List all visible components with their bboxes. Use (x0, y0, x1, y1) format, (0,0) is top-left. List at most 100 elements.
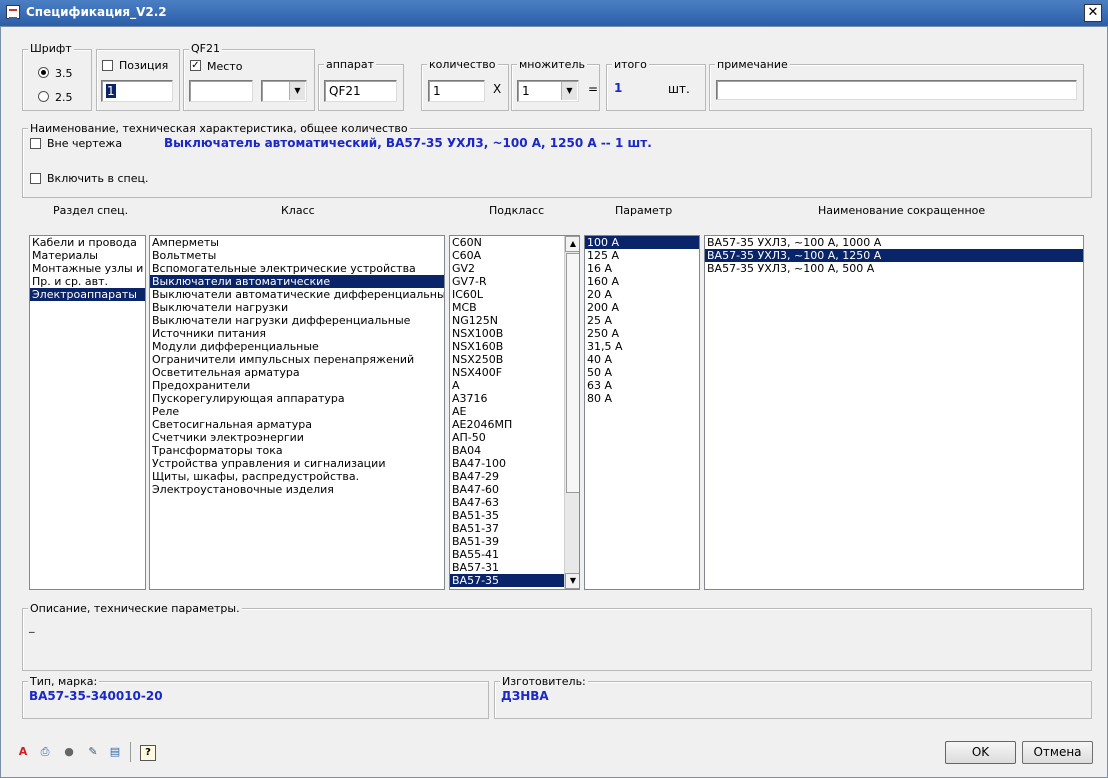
cancel-button[interactable]: Отмена (1022, 741, 1093, 764)
list-item[interactable]: Электроустановочные изделия (150, 483, 444, 496)
outside-drawing-checkbox[interactable] (30, 138, 41, 149)
list-item[interactable]: 80 A (585, 392, 699, 405)
list-item[interactable]: Реле (150, 405, 444, 418)
list-item[interactable]: 160 A (585, 275, 699, 288)
list-item[interactable]: NSX400F (450, 366, 564, 379)
list-item[interactable]: Предохранители (150, 379, 444, 392)
document-icon[interactable]: ▤ (108, 745, 122, 759)
section-list[interactable]: Кабели и провода Материалы Монтажные узлы … (29, 235, 146, 590)
list-item[interactable]: A3716 (450, 392, 564, 405)
note-input[interactable] (716, 80, 1077, 100)
place-checkbox[interactable]: ✓ (190, 60, 201, 71)
list-item[interactable]: Модули дифференциальные (150, 340, 444, 353)
font-2-5-radio[interactable] (38, 91, 49, 102)
help-icon[interactable]: ? (140, 745, 156, 761)
print-icon[interactable]: ⎙ (38, 745, 52, 759)
list-item[interactable]: Счетчики электроэнергии (150, 431, 444, 444)
list-item[interactable]: 200 A (585, 301, 699, 314)
list-item[interactable]: NSX250B (450, 353, 564, 366)
include-spec-checkbox[interactable] (30, 173, 41, 184)
list-item[interactable]: Ограничители импульсных перенапряжений (150, 353, 444, 366)
list-item[interactable]: Вольтметы (150, 249, 444, 262)
edit-document-icon[interactable]: ✎ (86, 745, 100, 759)
list-item[interactable]: Кабели и провода (30, 236, 145, 249)
chevron-down-icon[interactable]: ▼ (561, 82, 577, 100)
list-item[interactable]: BA57-35 (450, 574, 564, 587)
list-item[interactable]: Выключатели нагрузки дифференциальные (150, 314, 444, 327)
chevron-down-icon[interactable]: ▼ (289, 82, 305, 100)
list-item[interactable]: NSX160B (450, 340, 564, 353)
list-item[interactable]: BA47-60 (450, 483, 564, 496)
list-item[interactable]: 50 A (585, 366, 699, 379)
list-item[interactable]: 25 A (585, 314, 699, 327)
list-item[interactable]: Электроаппараты (30, 288, 145, 301)
lightbulb-icon[interactable]: ● (62, 745, 76, 759)
list-item[interactable]: 20 A (585, 288, 699, 301)
list-item[interactable]: 100 A (585, 236, 699, 249)
list-item[interactable]: ВА57-35 УХЛ3, ~100 А, 1000 А (705, 236, 1083, 249)
list-item[interactable]: AE (450, 405, 564, 418)
list-item[interactable]: GV2 (450, 262, 564, 275)
list-item[interactable]: 250 A (585, 327, 699, 340)
scroll-down-icon[interactable]: ▼ (565, 573, 579, 589)
short-name-list[interactable]: ВА57-35 УХЛ3, ~100 А, 1000 А ВА57-35 УХЛ3… (704, 235, 1084, 590)
list-item[interactable]: BA47-63 (450, 496, 564, 509)
scroll-up-icon[interactable]: ▲ (565, 236, 579, 252)
list-item[interactable]: BA04 (450, 444, 564, 457)
ok-button[interactable]: OK (945, 741, 1016, 764)
list-item[interactable]: Устройства управления и сигнализации (150, 457, 444, 470)
list-item[interactable]: IC60L (450, 288, 564, 301)
subclass-scrollbar[interactable]: ▲ ▼ (564, 236, 579, 589)
list-item[interactable]: Щиты, шкафы, распредустройства. (150, 470, 444, 483)
list-item[interactable]: 40 A (585, 353, 699, 366)
list-item[interactable]: BA47-100 (450, 457, 564, 470)
list-item[interactable]: NSX100B (450, 327, 564, 340)
list-item[interactable]: BA57-31 (450, 561, 564, 574)
list-item[interactable]: 16 A (585, 262, 699, 275)
list-item[interactable]: Материалы (30, 249, 145, 262)
list-item[interactable]: BA55-41 (450, 548, 564, 561)
list-item[interactable]: Пр. и ср. авт. (30, 275, 145, 288)
font-3-5-radio[interactable] (38, 67, 49, 78)
list-item[interactable]: 31,5 A (585, 340, 699, 353)
place-input[interactable] (189, 80, 253, 102)
position-input[interactable]: 1 (101, 80, 173, 102)
list-item[interactable]: Вспомогательные электрические устройства (150, 262, 444, 275)
list-item[interactable]: ВА57-35 УХЛ3, ~100 А, 1250 А (705, 249, 1083, 262)
list-item[interactable]: Источники питания (150, 327, 444, 340)
list-item[interactable]: BA47-29 (450, 470, 564, 483)
apparatus-input[interactable]: QF21 (324, 80, 397, 102)
list-item[interactable]: Осветительная арматура (150, 366, 444, 379)
subclass-list[interactable]: C60N C60A GV2 GV7-R IC60L MCB NG125N NSX100B NSX… (449, 235, 580, 590)
position-checkbox[interactable] (102, 60, 113, 71)
list-item[interactable]: Монтажные узлы и изделия (30, 262, 145, 275)
list-item[interactable]: Выключатели автоматические (150, 275, 444, 288)
class-list[interactable]: Амперметы Вольтметы Вспомогательные электр… (149, 235, 445, 590)
list-item[interactable]: Трансформаторы тока (150, 444, 444, 457)
list-item[interactable]: Выключатели нагрузки (150, 301, 444, 314)
list-item[interactable]: BA51-37 (450, 522, 564, 535)
parameter-list[interactable]: 100 A 125 A 16 A 160 A 20 A 200 A 25 A 250 A 31,… (584, 235, 700, 590)
list-item[interactable]: BA51-35 (450, 509, 564, 522)
place-combo[interactable]: ▼ (261, 80, 307, 102)
list-item[interactable]: GV7-R (450, 275, 564, 288)
text-color-icon[interactable]: A (16, 745, 30, 759)
list-item[interactable]: Светосигнальная арматура (150, 418, 444, 431)
list-item[interactable]: 125 A (585, 249, 699, 262)
list-item[interactable]: C60A (450, 249, 564, 262)
close-button[interactable]: ✕ (1084, 4, 1102, 22)
list-item[interactable]: BA51-39 (450, 535, 564, 548)
multiplier-combo[interactable]: 1 ▼ (517, 80, 579, 102)
quantity-input[interactable]: 1 (428, 80, 485, 102)
list-item[interactable]: A (450, 379, 564, 392)
list-item[interactable]: АП-50 (450, 431, 564, 444)
list-item[interactable]: MCB (450, 301, 564, 314)
list-item[interactable]: Амперметы (150, 236, 444, 249)
list-item[interactable]: Пускорегулирующая аппаратура (150, 392, 444, 405)
list-item[interactable]: C60N (450, 236, 564, 249)
list-item[interactable]: NG125N (450, 314, 564, 327)
list-item[interactable]: 63 A (585, 379, 699, 392)
list-item[interactable]: ВА57-35 УХЛ3, ~100 А, 500 А (705, 262, 1083, 275)
scroll-thumb[interactable] (566, 253, 579, 493)
list-item[interactable]: Выключатели автоматические дифференциаль… (150, 288, 444, 301)
